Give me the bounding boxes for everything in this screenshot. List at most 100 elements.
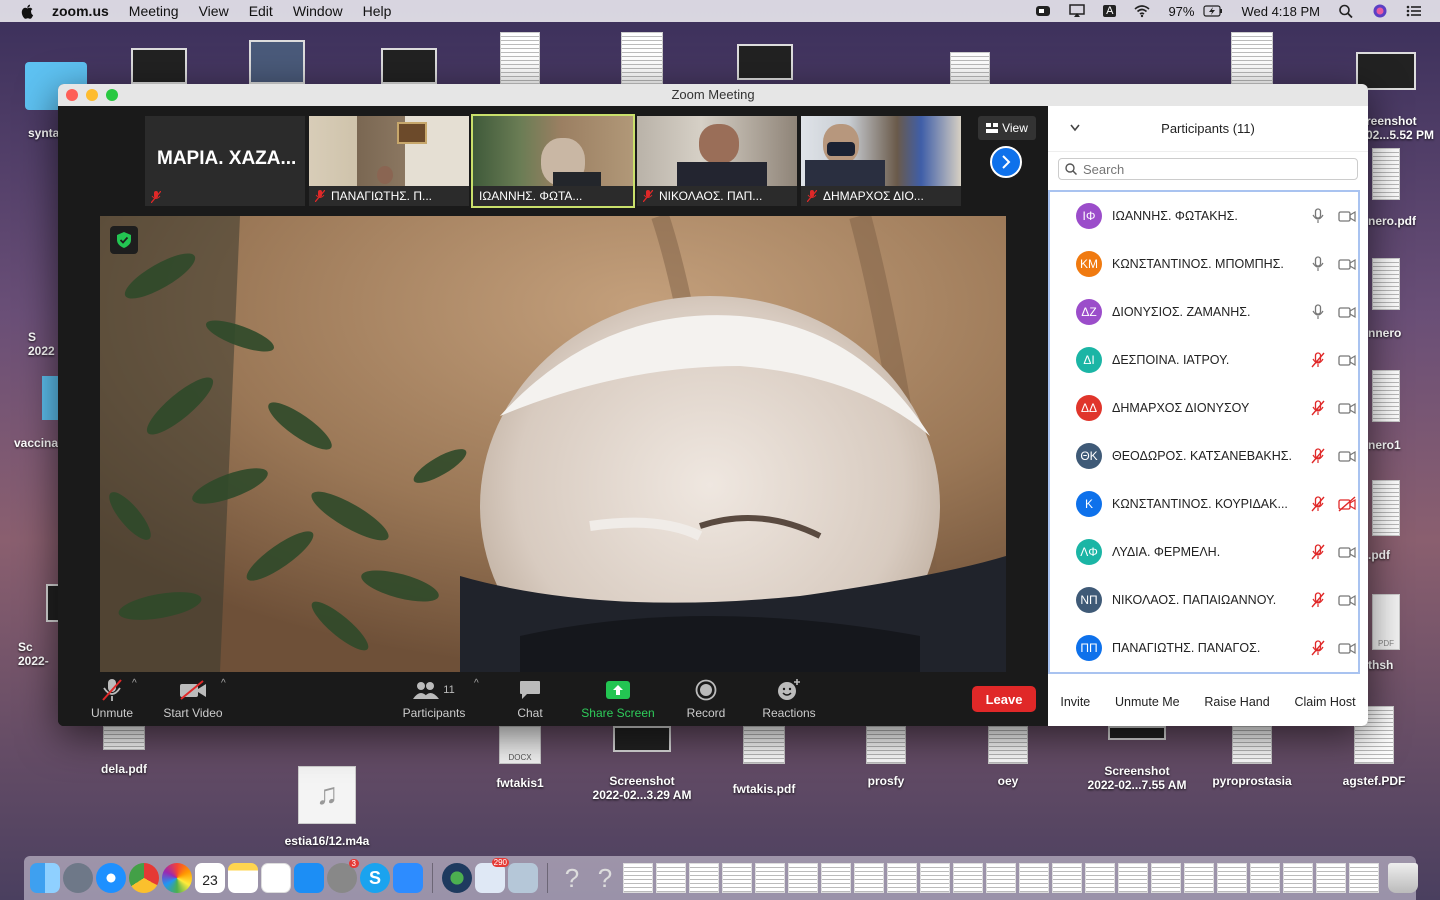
globe-app-icon[interactable] [442, 863, 472, 893]
menu-window[interactable]: Window [293, 3, 343, 19]
document-icon[interactable] [1019, 863, 1049, 893]
next-page-button[interactable] [990, 146, 1022, 178]
app-store-icon[interactable] [294, 863, 324, 893]
desktop-file[interactable]: dela.pdf [92, 726, 156, 776]
muted-mic-icon[interactable] [1310, 592, 1326, 608]
participants-button[interactable]: 11 Participants [396, 678, 472, 720]
desktop-file[interactable] [620, 32, 664, 84]
document-icon[interactable] [1250, 863, 1280, 893]
participant-row[interactable]: ΔΔ ΔΗΜΑΡΧΟΣ ΔΙΟΝΥΣΟΥ [1050, 384, 1358, 432]
document-icon[interactable] [755, 863, 785, 893]
muted-mic-icon[interactable] [1310, 640, 1326, 656]
participants-options-caret-icon[interactable]: ^ [474, 678, 479, 689]
zoom-app-icon[interactable] [393, 863, 423, 893]
document-icon[interactable] [1349, 863, 1379, 893]
participant-row[interactable]: ΛΦ ΛΥΔΙΑ. ΦΕΡΜΕΛΗ. [1050, 528, 1358, 576]
participant-row[interactable]: ΘΚ ΘΕΟΔΩΡΟΣ. ΚΑΤΣΑΝΕΒΑΚΗΣ. [1050, 432, 1358, 480]
document-icon[interactable] [722, 863, 752, 893]
document-icon[interactable] [623, 863, 653, 893]
desktop-file[interactable]: Sc 2022- [18, 584, 60, 668]
desktop-file[interactable]: PDF thsh [1368, 594, 1440, 672]
participant-row[interactable]: ΔΙ ΔΕΣΠΟΙΝΑ. ΙΑΤΡΟΥ. [1050, 336, 1358, 384]
muted-mic-icon[interactable] [1310, 400, 1326, 416]
desktop-file[interactable] [950, 52, 990, 84]
participant-row[interactable]: ΚΜ ΚΩΝΣΤΑΝΤΙΝΟΣ. ΜΠΟΜΠΗΣ. [1050, 240, 1358, 288]
document-icon[interactable] [1118, 863, 1148, 893]
document-icon[interactable] [920, 863, 950, 893]
input-source-icon[interactable]: A [1103, 5, 1117, 17]
desktop-file[interactable]: fwtakis.pdf [726, 726, 802, 796]
calendar-icon[interactable]: 23 [195, 863, 225, 893]
reactions-button[interactable]: Reactions [758, 678, 820, 720]
safari-icon[interactable] [96, 863, 126, 893]
notification-center-icon[interactable] [1406, 4, 1422, 18]
launchpad-icon[interactable] [63, 863, 93, 893]
participant-tile-active-speaker[interactable]: ΙΩΑΝΝΗΣ. ΦΩΤΑ... [471, 114, 635, 208]
document-icon[interactable] [854, 863, 884, 893]
muted-mic-icon[interactable] [1310, 544, 1326, 560]
participant-search-box[interactable] [1058, 158, 1358, 180]
desktop-file[interactable]: oey [980, 726, 1036, 788]
notes-icon[interactable] [228, 863, 258, 893]
document-icon[interactable] [887, 863, 917, 893]
photos-icon[interactable] [162, 863, 192, 893]
document-icon[interactable] [1283, 863, 1313, 893]
participant-tile[interactable]: ΜΑΡΙΑ. ΧΑΖΑ... [145, 116, 305, 206]
desktop-file[interactable] [736, 44, 794, 80]
invite-button[interactable]: Invite [1054, 691, 1096, 713]
participant-search-input[interactable] [1083, 161, 1343, 177]
participant-row[interactable]: ΝΠ ΝΙΚΟΛΑΟΣ. ΠΑΠΑΙΩΑΝΝΟΥ. [1050, 576, 1358, 624]
share-screen-button[interactable]: Share Screen [576, 678, 660, 720]
menu-help[interactable]: Help [363, 3, 392, 19]
menu-edit[interactable]: Edit [249, 3, 273, 19]
document-icon[interactable] [1184, 863, 1214, 893]
desktop-file[interactable]: prosfy [856, 726, 916, 788]
video-off-icon[interactable] [1338, 304, 1356, 320]
apple-menu-icon[interactable] [20, 3, 36, 19]
desktop-file[interactable] [130, 48, 188, 84]
desktop-file[interactable]: ♫ estia16/12.m4a [278, 766, 376, 848]
participant-tile[interactable]: ΠΑΝΑΓΙΩΤΗΣ. Π... [309, 116, 469, 206]
participant-tile[interactable]: ΝΙΚΟΛΑΟΣ. ΠΑΠ... [637, 116, 797, 206]
desktop-file[interactable]: Screenshot 2022-02...3.29 AM [584, 726, 700, 802]
video-off-icon[interactable] [1338, 400, 1356, 416]
video-off-icon[interactable] [1338, 208, 1356, 224]
trash-icon[interactable] [1388, 863, 1418, 893]
pages-icon[interactable] [261, 863, 291, 893]
document-icon[interactable] [1151, 863, 1181, 893]
document-icon[interactable] [1052, 863, 1082, 893]
menu-meeting[interactable]: Meeting [129, 3, 179, 19]
document-icon[interactable] [986, 863, 1016, 893]
claim-host-button[interactable]: Claim Host [1288, 691, 1361, 713]
video-blocked-icon[interactable] [1338, 496, 1356, 512]
window-titlebar[interactable]: Zoom Meeting [58, 84, 1368, 106]
unmute-me-button[interactable]: Unmute Me [1109, 691, 1186, 713]
close-window-button[interactable] [66, 89, 78, 101]
question-mark-icon[interactable]: ? [557, 863, 587, 893]
mic-icon[interactable] [1310, 304, 1326, 320]
document-icon[interactable] [953, 863, 983, 893]
spotlight-search-icon[interactable] [1338, 4, 1354, 18]
battery-charging-icon[interactable] [1203, 4, 1223, 18]
desktop-file[interactable]: DOCX fwtakis1 [488, 726, 552, 790]
desktop-file[interactable] [500, 32, 540, 84]
video-options-caret-icon[interactable]: ^ [221, 678, 226, 689]
question-mark-icon[interactable]: ? [590, 863, 620, 893]
video-off-icon[interactable] [1338, 640, 1356, 656]
minimize-window-button[interactable] [86, 89, 98, 101]
chat-button[interactable]: Chat [508, 678, 552, 720]
desktop-file[interactable] [380, 48, 438, 84]
leave-meeting-button[interactable]: Leave [972, 686, 1036, 712]
menu-app-name[interactable]: zoom.us [52, 3, 109, 19]
video-off-icon[interactable] [1338, 544, 1356, 560]
participant-row[interactable]: ΠΠ ΠΑΝΑΓΙΩΤΗΣ. ΠΑΝΑΓΟΣ. [1050, 624, 1358, 672]
document-icon[interactable] [1316, 863, 1346, 893]
desktop-file[interactable]: nnero [1368, 258, 1440, 340]
skype-icon[interactable]: S [360, 863, 390, 893]
muted-mic-icon[interactable] [1310, 496, 1326, 512]
record-button[interactable]: Record [680, 678, 732, 720]
participant-tile[interactable]: ΔΗΜΑΡΧΟΣ ΔΙΟ... [801, 116, 961, 206]
siri-icon[interactable] [1372, 4, 1388, 18]
finder-icon[interactable] [30, 863, 60, 893]
desktop-file[interactable]: vaccina [14, 376, 60, 450]
